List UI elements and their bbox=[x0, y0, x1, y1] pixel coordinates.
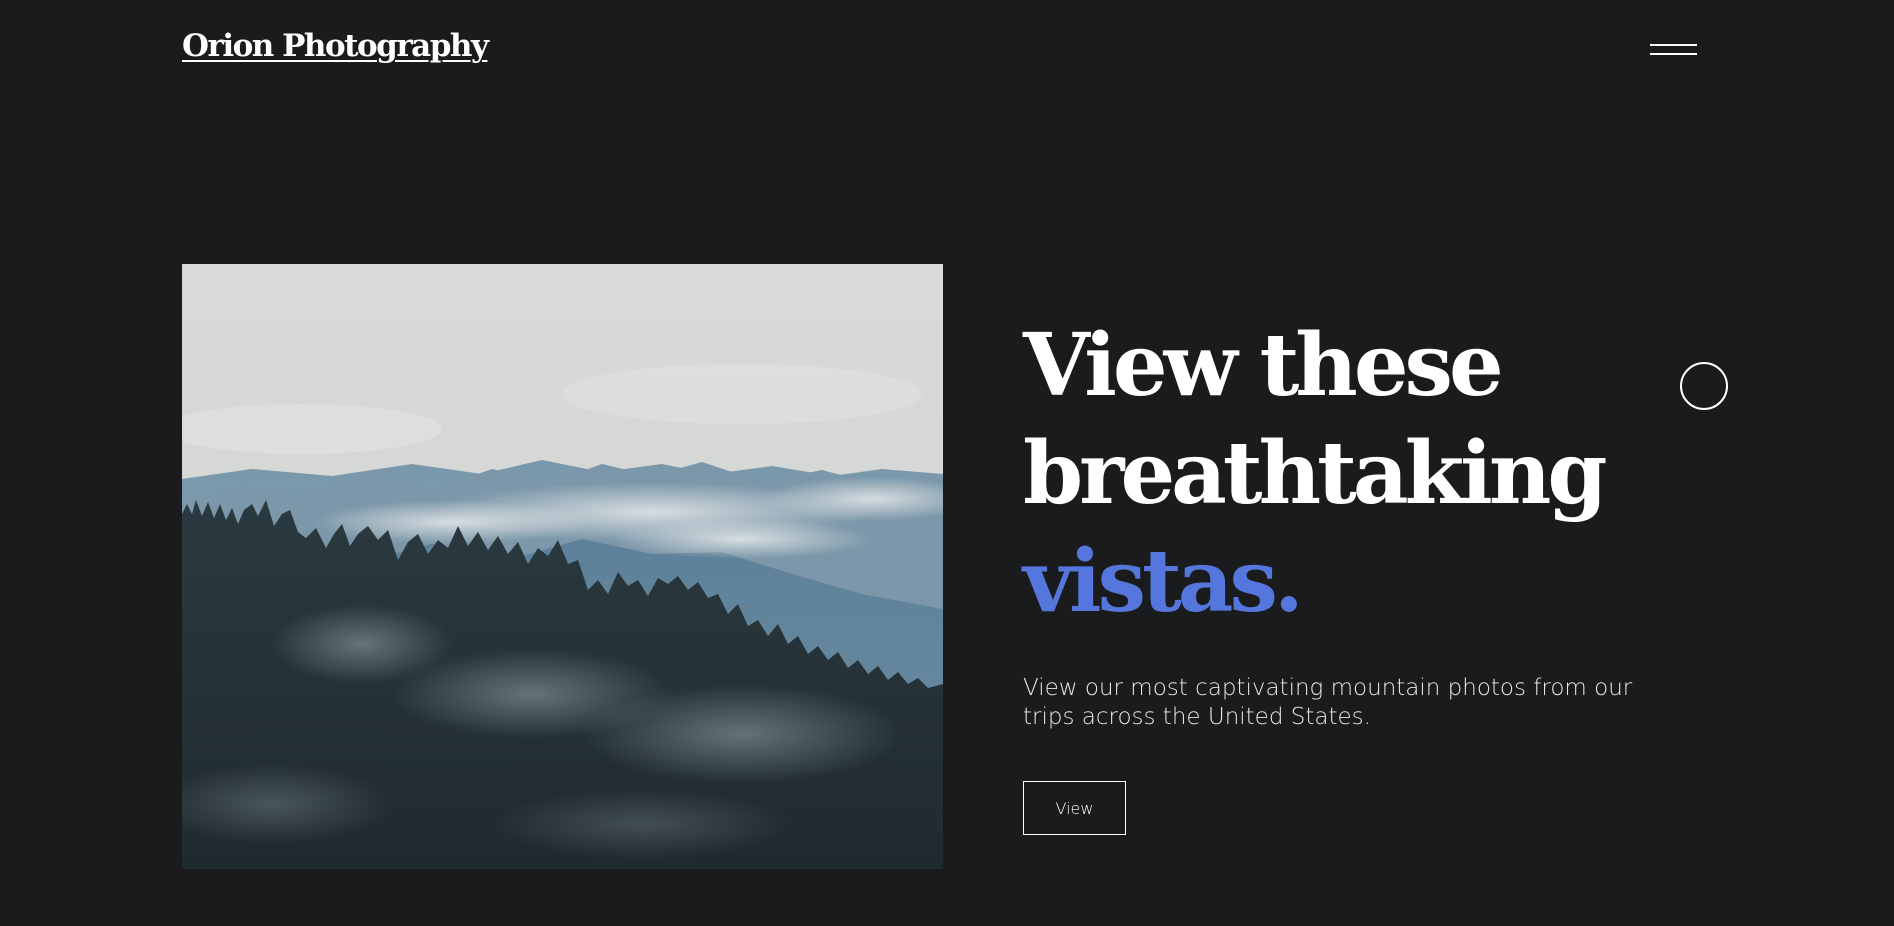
headline-line-1: View these bbox=[1023, 315, 1504, 416]
menu-line-bottom bbox=[1650, 53, 1697, 55]
menu-line-top bbox=[1650, 44, 1697, 46]
view-button[interactable]: View bbox=[1023, 781, 1126, 835]
site-logo[interactable]: Orion Photography bbox=[182, 28, 489, 64]
hero-headline: View these breathtaking vistas. bbox=[1023, 312, 1643, 636]
headline-accent: vistas. bbox=[1023, 531, 1304, 632]
headline-line-2: breathtaking bbox=[1023, 423, 1608, 524]
circle-cursor-icon bbox=[1680, 362, 1728, 410]
mountain-forest-photo bbox=[182, 264, 943, 869]
hero-mountain-photo bbox=[182, 264, 943, 869]
hero-description: View our most captivating mountain photo… bbox=[1023, 675, 1633, 730]
site-header: Orion Photography bbox=[0, 0, 1894, 110]
hero-text-block: View these breathtaking vistas. bbox=[1023, 312, 1643, 636]
hamburger-menu-icon[interactable] bbox=[1646, 40, 1700, 60]
